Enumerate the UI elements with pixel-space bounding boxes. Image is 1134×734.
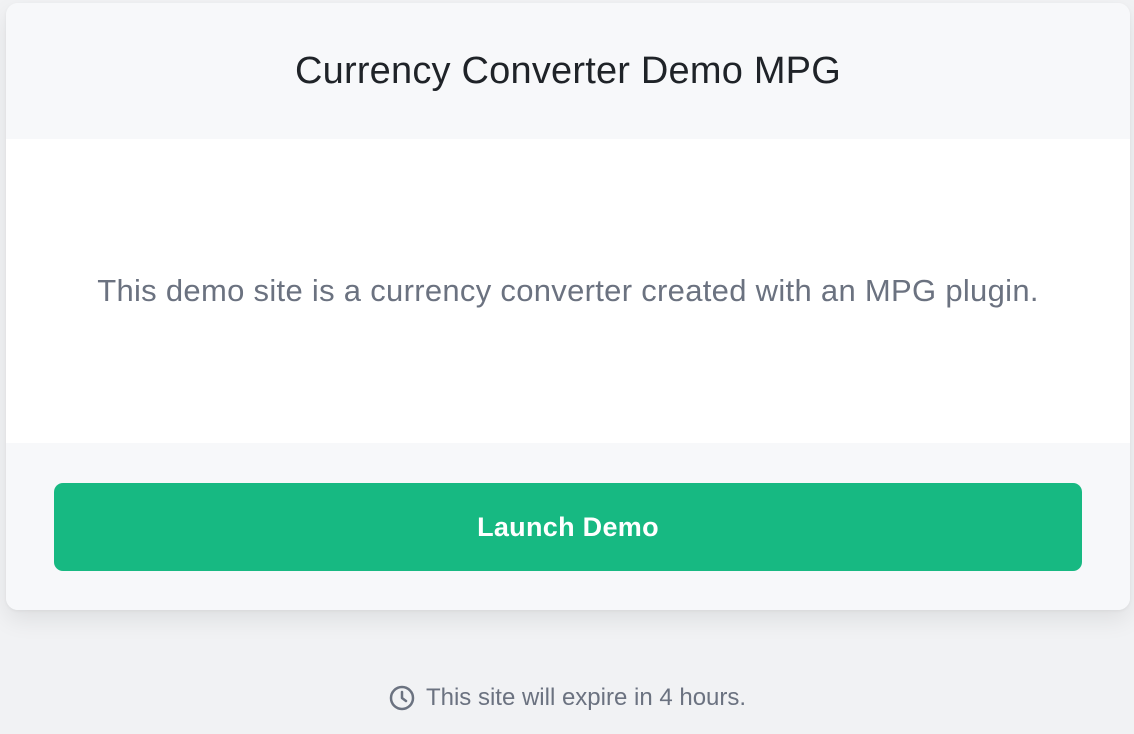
page-title: Currency Converter Demo MPG bbox=[295, 49, 841, 92]
card-footer: Launch Demo bbox=[6, 443, 1130, 610]
card-body: This demo site is a currency converter c… bbox=[6, 139, 1130, 443]
card-header: Currency Converter Demo MPG bbox=[6, 3, 1130, 139]
expiry-text: This site will expire in 4 hours. bbox=[425, 684, 747, 711]
demo-card: Currency Converter Demo MPG This demo si… bbox=[6, 3, 1130, 610]
clock-icon bbox=[388, 684, 416, 712]
demo-description: This demo site is a currency converter c… bbox=[97, 273, 1039, 308]
launch-demo-button[interactable]: Launch Demo bbox=[54, 483, 1082, 571]
expiry-notice: This site will expire in 4 hours. bbox=[0, 684, 1134, 712]
